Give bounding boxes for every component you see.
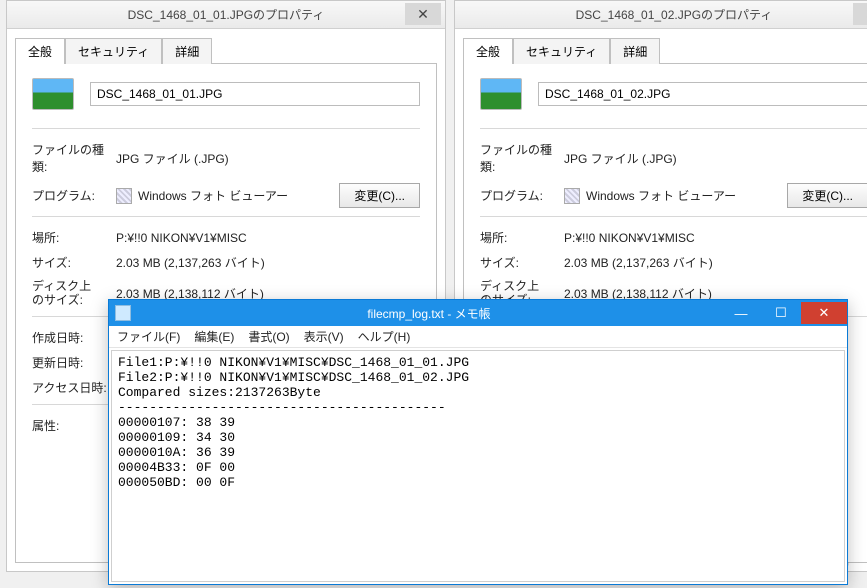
maximize-button[interactable]: ☐	[761, 302, 801, 324]
file-thumbnail-icon	[480, 78, 522, 110]
tab-general[interactable]: 全般	[15, 38, 65, 64]
program-icon	[116, 188, 132, 204]
filename-input[interactable]	[538, 82, 867, 106]
value-location: P:¥!!0 NIKON¥V1¥MISC	[116, 231, 420, 245]
value-program: Windows フォト ビューアー	[586, 187, 736, 204]
filename-input[interactable]	[90, 82, 420, 106]
label-size: サイズ:	[480, 254, 564, 271]
window-title: DSC_1468_01_01.JPGのプロパティ	[7, 6, 445, 23]
menu-view[interactable]: 表示(V)	[304, 328, 344, 345]
close-icon: ✕	[417, 6, 429, 23]
label-updated: 更新日時:	[32, 354, 116, 371]
label-disksize: ディスク上 のサイズ:	[32, 279, 116, 308]
tab-details[interactable]: 詳細	[162, 38, 212, 64]
notepad-text-area[interactable]: File1:P:¥!!0 NIKON¥V1¥MISC¥DSC_1468_01_0…	[111, 350, 845, 582]
label-filetype: ファイルの種類:	[32, 141, 116, 175]
notepad-icon	[115, 305, 131, 321]
menu-edit[interactable]: 編集(E)	[194, 328, 234, 345]
file-thumbnail-icon	[32, 78, 74, 110]
tab-security[interactable]: セキュリティ	[513, 38, 610, 64]
tab-security[interactable]: セキュリティ	[65, 38, 162, 64]
close-button[interactable]: ✕	[853, 3, 867, 25]
program-icon	[564, 188, 580, 204]
titlebar[interactable]: DSC_1468_01_01.JPGのプロパティ ✕	[7, 1, 445, 29]
close-button[interactable]: ✕	[801, 302, 847, 324]
minimize-button[interactable]: —	[721, 302, 761, 324]
tab-bar: 全般 セキュリティ 詳細	[7, 29, 445, 63]
label-program: プログラム:	[32, 187, 116, 204]
value-location: P:¥!!0 NIKON¥V1¥MISC	[564, 231, 867, 245]
close-button[interactable]: ✕	[405, 3, 441, 25]
menu-file[interactable]: ファイル(F)	[117, 328, 180, 345]
change-program-button[interactable]: 変更(C)...	[339, 183, 420, 208]
change-program-button[interactable]: 変更(C)...	[787, 183, 867, 208]
tab-details[interactable]: 詳細	[610, 38, 660, 64]
label-accessed: アクセス日時:	[32, 379, 116, 396]
titlebar[interactable]: DSC_1468_01_02.JPGのプロパティ ✕	[455, 1, 867, 29]
tab-bar: 全般 セキュリティ 詳細	[455, 29, 867, 63]
value-size: 2.03 MB (2,137,263 バイト)	[116, 254, 420, 271]
label-location: 場所:	[480, 229, 564, 246]
notepad-titlebar[interactable]: filecmp_log.txt - メモ帳 — ☐ ✕	[109, 300, 847, 326]
label-location: 場所:	[32, 229, 116, 246]
tab-general[interactable]: 全般	[463, 38, 513, 64]
value-size: 2.03 MB (2,137,263 バイト)	[564, 254, 867, 271]
value-filetype: JPG ファイル (.JPG)	[564, 150, 867, 167]
value-filetype: JPG ファイル (.JPG)	[116, 150, 420, 167]
window-title: DSC_1468_01_02.JPGのプロパティ	[455, 6, 867, 23]
menu-format[interactable]: 書式(O)	[248, 328, 289, 345]
notepad-menubar: ファイル(F) 編集(E) 書式(O) 表示(V) ヘルプ(H)	[109, 326, 847, 348]
label-size: サイズ:	[32, 254, 116, 271]
label-filetype: ファイルの種類:	[480, 141, 564, 175]
notepad-title: filecmp_log.txt - メモ帳	[137, 305, 721, 322]
label-attributes: 属性:	[32, 417, 116, 434]
label-created: 作成日時:	[32, 329, 116, 346]
value-program: Windows フォト ビューアー	[138, 187, 288, 204]
label-program: プログラム:	[480, 187, 564, 204]
notepad-window: filecmp_log.txt - メモ帳 — ☐ ✕ ファイル(F) 編集(E…	[108, 299, 848, 585]
menu-help[interactable]: ヘルプ(H)	[358, 328, 411, 345]
